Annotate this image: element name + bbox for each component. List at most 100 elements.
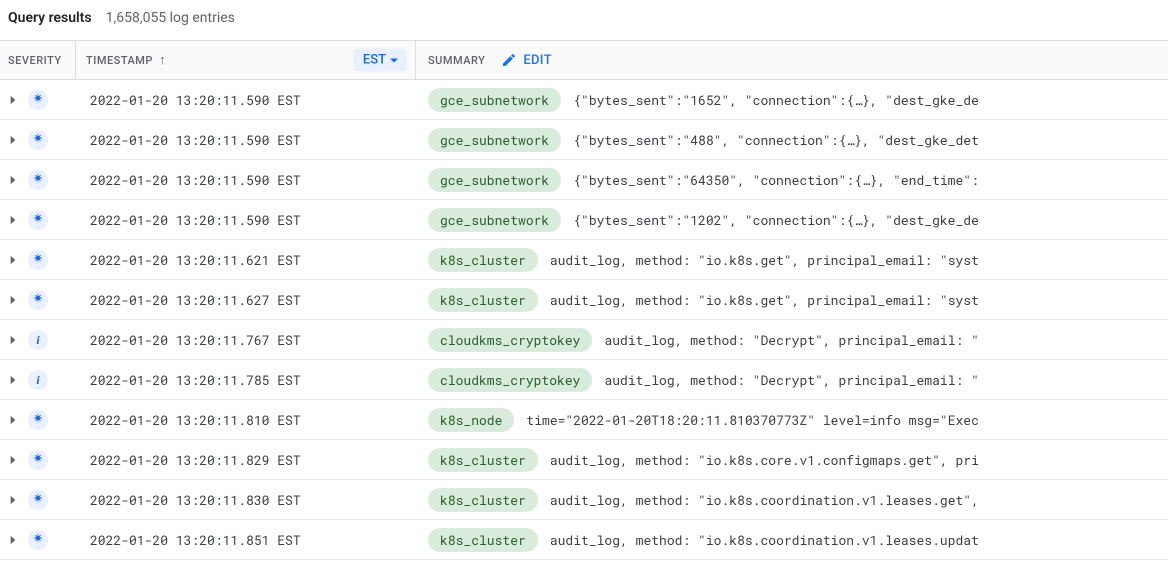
resource-chip[interactable]: k8s_cluster bbox=[428, 288, 538, 312]
col-header-timestamp[interactable]: TIMESTAMP ↑ EST bbox=[76, 41, 416, 79]
expand-toggle[interactable] bbox=[0, 173, 26, 187]
expand-toggle[interactable] bbox=[0, 93, 26, 107]
log-row[interactable]: 2022-01-20 13:20:11.590 ESTgce_subnetwor… bbox=[0, 80, 1168, 120]
log-row[interactable]: i2022-01-20 13:20:11.785 ESTcloudkms_cry… bbox=[0, 360, 1168, 400]
summary-cell: k8s_cluster audit_log, method: "io.k8s.ge… bbox=[416, 248, 1168, 272]
expand-toggle[interactable] bbox=[0, 293, 26, 307]
severity-icon bbox=[28, 250, 48, 270]
timestamp-cell: 2022-01-20 13:20:11.590 EST bbox=[76, 131, 416, 149]
results-header: Query results 1,658,055 log entries bbox=[0, 0, 1168, 40]
severity-cell[interactable] bbox=[26, 410, 76, 430]
summary-text: audit_log, method: "io.k8s.core.v1.confi… bbox=[550, 451, 979, 469]
timezone-selector[interactable]: EST bbox=[353, 49, 407, 72]
sort-asc-icon: ↑ bbox=[159, 52, 166, 68]
expand-toggle[interactable] bbox=[0, 213, 26, 227]
severity-cell[interactable] bbox=[26, 90, 76, 110]
log-row[interactable]: 2022-01-20 13:20:11.590 ESTgce_subnetwor… bbox=[0, 120, 1168, 160]
resource-chip[interactable]: k8s_cluster bbox=[428, 488, 538, 512]
severity-cell[interactable]: i bbox=[26, 330, 76, 350]
expand-toggle[interactable] bbox=[0, 453, 26, 467]
resource-chip[interactable]: k8s_node bbox=[428, 408, 514, 432]
resource-chip[interactable]: k8s_cluster bbox=[428, 448, 538, 472]
summary-text: {"bytes_sent":"64350", "connection":{…},… bbox=[573, 171, 979, 189]
expand-toggle[interactable] bbox=[0, 333, 26, 347]
summary-text: audit_log, method: "Decrypt", principal_… bbox=[604, 371, 978, 389]
severity-cell[interactable] bbox=[26, 530, 76, 550]
resource-chip[interactable]: cloudkms_cryptokey bbox=[428, 368, 592, 392]
expand-toggle[interactable] bbox=[0, 493, 26, 507]
pencil-icon bbox=[501, 52, 517, 68]
timestamp-cell: 2022-01-20 13:20:11.851 EST bbox=[76, 531, 416, 549]
summary-text: audit_log, method: "Decrypt", principal_… bbox=[604, 331, 978, 349]
summary-cell: cloudkms_cryptokey audit_log, method: "De… bbox=[416, 368, 1168, 392]
log-row[interactable]: 2022-01-20 13:20:11.590 ESTgce_subnetwor… bbox=[0, 160, 1168, 200]
log-row[interactable]: 2022-01-20 13:20:11.627 EST k8s_cluster au… bbox=[0, 280, 1168, 320]
resource-chip[interactable]: k8s_cluster bbox=[428, 248, 538, 272]
expand-toggle[interactable] bbox=[0, 413, 26, 427]
summary-cell: k8s_cluster audit_log, method: "io.k8s.co… bbox=[416, 488, 1168, 512]
log-row[interactable]: i2022-01-20 13:20:11.767 ESTcloudkms_cry… bbox=[0, 320, 1168, 360]
timestamp-cell: 2022-01-20 13:20:11.830 EST bbox=[76, 491, 416, 509]
severity-icon bbox=[28, 490, 48, 510]
summary-text: audit_log, method: "io.k8s.coordination.… bbox=[550, 491, 979, 509]
summary-text: audit_log, method: "io.k8s.get", princip… bbox=[550, 251, 979, 269]
resource-chip[interactable]: cloudkms_cryptokey bbox=[428, 328, 592, 352]
resource-chip[interactable]: gce_subnetwork bbox=[428, 168, 561, 192]
timestamp-cell: 2022-01-20 13:20:11.590 EST bbox=[76, 171, 416, 189]
log-row[interactable]: 2022-01-20 13:20:11.810 ESTk8s_nodetime=… bbox=[0, 400, 1168, 440]
severity-icon bbox=[28, 210, 48, 230]
results-title: Query results bbox=[8, 10, 92, 26]
resource-chip[interactable]: k8s_cluster bbox=[428, 528, 538, 552]
log-row[interactable]: 2022-01-20 13:20:11.590 ESTgce_subnetwor… bbox=[0, 200, 1168, 240]
results-count: 1,658,055 log entries bbox=[106, 10, 235, 26]
severity-cell[interactable] bbox=[26, 290, 76, 310]
summary-cell: gce_subnetwork {"bytes_sent":"1202", "con… bbox=[416, 208, 1168, 232]
severity-icon bbox=[28, 530, 48, 550]
log-rows: 2022-01-20 13:20:11.590 ESTgce_subnetwor… bbox=[0, 80, 1168, 560]
summary-text: {"bytes_sent":"488", "connection":{…}, "… bbox=[573, 131, 979, 149]
severity-icon bbox=[28, 90, 48, 110]
expand-toggle[interactable] bbox=[0, 133, 26, 147]
log-row[interactable]: 2022-01-20 13:20:11.851 EST k8s_cluster au… bbox=[0, 520, 1168, 560]
timestamp-cell: 2022-01-20 13:20:11.590 EST bbox=[76, 211, 416, 229]
severity-icon bbox=[28, 410, 48, 430]
summary-text: audit_log, method: "io.k8s.get", princip… bbox=[550, 291, 979, 309]
summary-text: time="2022-01-20T18:20:11.810370773Z" le… bbox=[526, 411, 978, 429]
summary-cell: k8s_cluster audit_log, method: "io.k8s.co… bbox=[416, 528, 1168, 552]
summary-cell: k8s_cluster audit_log, method: "io.k8s.co… bbox=[416, 448, 1168, 472]
severity-cell[interactable] bbox=[26, 250, 76, 270]
severity-cell[interactable] bbox=[26, 450, 76, 470]
expand-toggle[interactable] bbox=[0, 253, 26, 267]
summary-text: {"bytes_sent":"1202", "connection":{…}, … bbox=[573, 211, 979, 229]
caret-down-icon bbox=[389, 55, 399, 65]
summary-cell: gce_subnetwork {"bytes_sent":"488", "conn… bbox=[416, 128, 1168, 152]
timestamp-cell: 2022-01-20 13:20:11.829 EST bbox=[76, 451, 416, 469]
summary-text: {"bytes_sent":"1652", "connection":{…}, … bbox=[573, 91, 979, 109]
summary-cell: gce_subnetwork {"bytes_sent":"1652", "con… bbox=[416, 88, 1168, 112]
resource-chip[interactable]: gce_subnetwork bbox=[428, 88, 561, 112]
expand-toggle[interactable] bbox=[0, 373, 26, 387]
col-header-severity[interactable]: SEVERITY bbox=[0, 41, 76, 79]
summary-cell: k8s_node time="2022-01-20T18:20:11.810370… bbox=[416, 408, 1168, 432]
edit-summary-button[interactable]: EDIT bbox=[495, 48, 557, 72]
summary-cell: gce_subnetwork {"bytes_sent":"64350", "co… bbox=[416, 168, 1168, 192]
timestamp-cell: 2022-01-20 13:20:11.767 EST bbox=[76, 331, 416, 349]
severity-cell[interactable] bbox=[26, 170, 76, 190]
severity-cell[interactable]: i bbox=[26, 370, 76, 390]
severity-cell[interactable] bbox=[26, 490, 76, 510]
resource-chip[interactable]: gce_subnetwork bbox=[428, 208, 561, 232]
summary-cell: cloudkms_cryptokey audit_log, method: "De… bbox=[416, 328, 1168, 352]
resource-chip[interactable]: gce_subnetwork bbox=[428, 128, 561, 152]
severity-icon bbox=[28, 130, 48, 150]
expand-toggle[interactable] bbox=[0, 533, 26, 547]
log-row[interactable]: 2022-01-20 13:20:11.829 EST k8s_cluster au… bbox=[0, 440, 1168, 480]
log-row[interactable]: 2022-01-20 13:20:11.830 EST k8s_cluster au… bbox=[0, 480, 1168, 520]
col-header-summary: SUMMARY EDIT bbox=[416, 41, 1168, 79]
severity-cell[interactable] bbox=[26, 210, 76, 230]
severity-icon: i bbox=[28, 370, 48, 390]
severity-icon bbox=[28, 450, 48, 470]
severity-cell[interactable] bbox=[26, 130, 76, 150]
timestamp-cell: 2022-01-20 13:20:11.627 EST bbox=[76, 291, 416, 309]
summary-text: audit_log, method: "io.k8s.coordination.… bbox=[550, 531, 979, 549]
log-row[interactable]: 2022-01-20 13:20:11.621 ESTk8s_clusterau… bbox=[0, 240, 1168, 280]
